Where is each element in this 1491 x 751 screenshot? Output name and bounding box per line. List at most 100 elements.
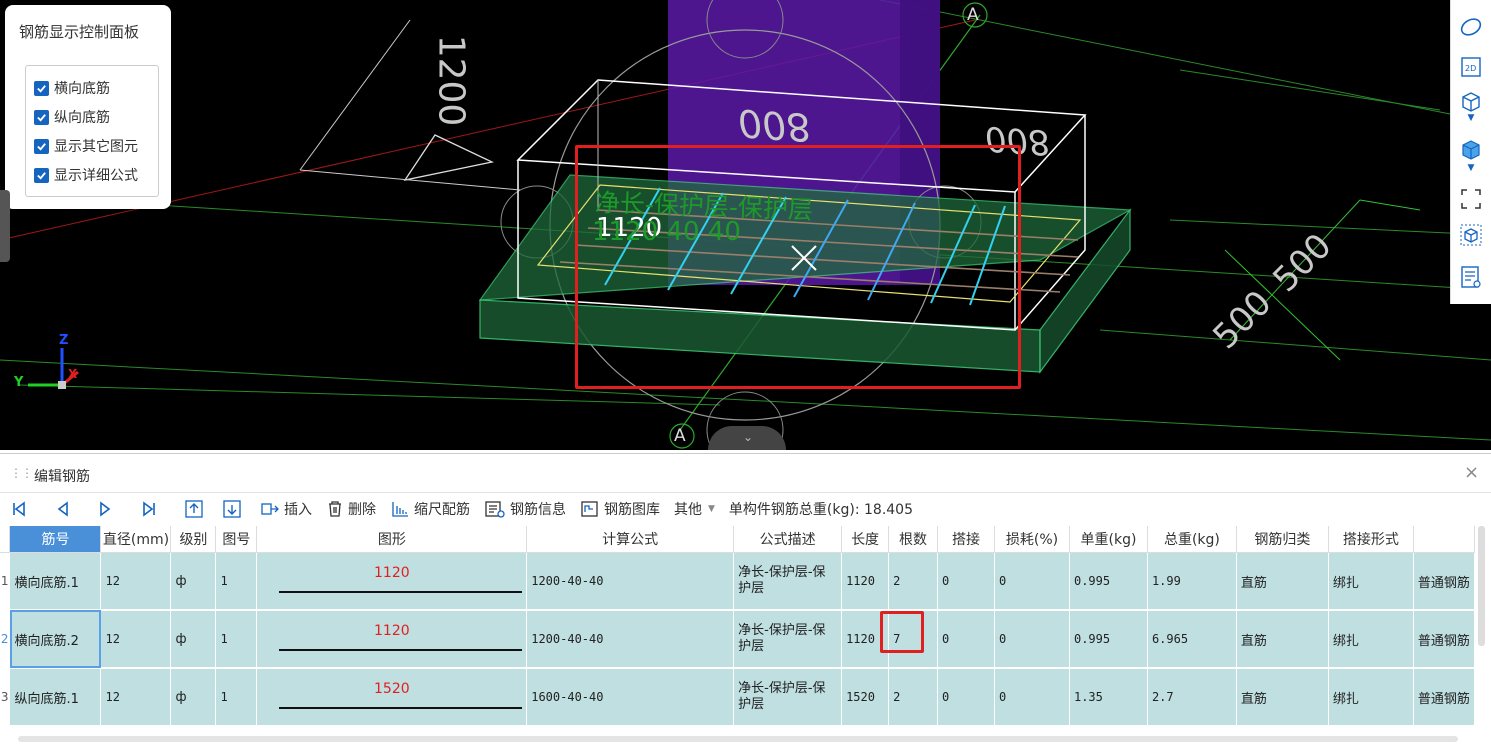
cell-rebar-name[interactable]: 纵向底筋.1 bbox=[9, 668, 102, 727]
column-header[interactable]: 钢筋归类 bbox=[1236, 526, 1329, 553]
column-header[interactable]: 单重(kg) bbox=[1069, 526, 1148, 553]
cell-lap[interactable]: 0 bbox=[937, 610, 996, 669]
cell-shape[interactable]: 1520 bbox=[256, 668, 528, 727]
insert-button[interactable]: 插入 bbox=[260, 494, 312, 524]
checkbox-checked-icon[interactable] bbox=[34, 138, 49, 154]
cell-category[interactable]: 直筋 bbox=[1236, 552, 1329, 611]
cell-shape[interactable]: 1120 bbox=[256, 610, 528, 669]
column-header[interactable]: 图形 bbox=[256, 526, 528, 553]
cell-diameter[interactable]: 12 bbox=[100, 668, 172, 727]
option-show-detailed-formula[interactable]: 显示详细公式 bbox=[34, 165, 138, 185]
next-record-button[interactable] bbox=[96, 494, 118, 524]
cell-shape[interactable]: 1120 bbox=[256, 552, 528, 611]
first-record-button[interactable] bbox=[10, 494, 32, 524]
cell-formula-desc[interactable]: 净长-保护层-保护层 bbox=[733, 610, 843, 669]
cell-formula[interactable]: 1200-40-40 bbox=[526, 610, 735, 669]
cell-count[interactable]: 2 bbox=[888, 552, 939, 611]
column-header[interactable]: 总重(kg) bbox=[1147, 526, 1237, 553]
cell-formula[interactable]: 1600-40-40 bbox=[526, 668, 735, 727]
cell-formula-desc[interactable]: 净长-保护层-保护层 bbox=[733, 552, 843, 611]
column-header[interactable]: 根数 bbox=[888, 526, 939, 553]
option-show-other-elements[interactable]: 显示其它图元 bbox=[34, 136, 138, 156]
other-dropdown[interactable]: 其他 ▼ bbox=[674, 494, 715, 524]
column-header[interactable] bbox=[1413, 526, 1475, 553]
cell-rebar-type[interactable]: 普通钢筋 bbox=[1413, 610, 1475, 669]
cell-loss[interactable]: 0 bbox=[994, 552, 1070, 611]
table-row[interactable]: 2 横向底筋.2 12 ф 1 1120 1200-40-40 净长-保护层-保… bbox=[0, 610, 1475, 669]
orbit-icon[interactable] bbox=[1458, 14, 1484, 40]
table-row[interactable]: 1 横向底筋.1 12 ф 1 1120 1200-40-40 净长-保护层-保… bbox=[0, 552, 1475, 611]
column-header[interactable]: 搭接形式 bbox=[1328, 526, 1414, 553]
cell-total-weight[interactable]: 1.99 bbox=[1147, 552, 1237, 611]
delete-button[interactable]: 删除 bbox=[326, 494, 376, 524]
drag-handle-icon[interactable]: ⋮⋮ bbox=[10, 466, 33, 480]
cell-lap[interactable]: 0 bbox=[937, 668, 996, 727]
cell-length[interactable]: 1120 bbox=[841, 552, 890, 611]
cell-category[interactable]: 直筋 bbox=[1236, 610, 1329, 669]
column-header[interactable]: 长度 bbox=[841, 526, 890, 553]
cell-rebar-type[interactable]: 普通钢筋 bbox=[1413, 668, 1475, 727]
move-down-button[interactable] bbox=[222, 494, 246, 524]
cell-length[interactable]: 1520 bbox=[841, 668, 890, 727]
scale-rebar-button[interactable]: 缩尺配筋 bbox=[390, 494, 470, 524]
cell-unit-weight[interactable]: 0.995 bbox=[1069, 610, 1148, 669]
table-row[interactable]: 3 纵向底筋.1 12 ф 1 1520 1600-40-40 净长-保护层-保… bbox=[0, 668, 1475, 727]
3d-viewport[interactable]: A A 1120 净长-保护层-保护层 1120 40 40 008 008 5… bbox=[0, 0, 1491, 450]
cell-lap-type[interactable]: 绑扎 bbox=[1328, 668, 1414, 727]
last-record-button[interactable] bbox=[140, 494, 162, 524]
column-header[interactable]: 公式描述 bbox=[733, 526, 843, 553]
column-header[interactable]: 损耗(%) bbox=[994, 526, 1070, 553]
cube-solid-icon[interactable] bbox=[1458, 136, 1484, 162]
cell-lap[interactable]: 0 bbox=[937, 552, 996, 611]
column-header[interactable]: 级别 bbox=[170, 526, 217, 553]
row-number[interactable]: 3 bbox=[0, 668, 11, 727]
row-number[interactable]: 2 bbox=[0, 610, 11, 669]
2d-view-icon[interactable]: 2D bbox=[1458, 54, 1484, 80]
rebar-library-button[interactable]: 钢筋图库 bbox=[580, 494, 660, 524]
cube-view-icon[interactable] bbox=[1458, 88, 1484, 114]
cell-count[interactable]: 2 bbox=[888, 668, 939, 727]
cell-loss[interactable]: 0 bbox=[994, 610, 1070, 669]
list-view-icon[interactable] bbox=[1458, 264, 1484, 290]
3d-box-icon[interactable] bbox=[1458, 222, 1484, 248]
cell-figure-no[interactable]: 1 bbox=[215, 552, 258, 611]
vertical-scrollbar[interactable] bbox=[1478, 526, 1485, 646]
chevron-down-icon[interactable]: ▼ bbox=[1458, 162, 1484, 174]
cell-formula[interactable]: 1200-40-40 bbox=[526, 552, 735, 611]
column-header[interactable]: 筋号 bbox=[9, 526, 102, 553]
row-number[interactable]: 1 bbox=[0, 552, 11, 611]
cell-unit-weight[interactable]: 0.995 bbox=[1069, 552, 1148, 611]
horizontal-scrollbar[interactable] bbox=[18, 736, 1458, 742]
left-panel-toggle[interactable] bbox=[0, 190, 10, 262]
cell-rebar-type[interactable]: 普通钢筋 bbox=[1413, 552, 1475, 611]
cell-lap-type[interactable]: 绑扎 bbox=[1328, 552, 1414, 611]
cell-grade[interactable]: ф bbox=[170, 668, 217, 727]
cell-loss[interactable]: 0 bbox=[994, 668, 1070, 727]
column-header[interactable]: 搭接 bbox=[937, 526, 996, 553]
column-header[interactable]: 直径(mm) bbox=[100, 526, 172, 553]
column-header[interactable]: 图号 bbox=[215, 526, 258, 553]
cell-rebar-name[interactable]: 横向底筋.1 bbox=[9, 552, 102, 611]
bottom-panel-toggle[interactable]: ⌄ bbox=[708, 426, 786, 450]
move-up-button[interactable] bbox=[184, 494, 208, 524]
previous-record-button[interactable] bbox=[54, 494, 76, 524]
cell-total-weight[interactable]: 6.965 bbox=[1147, 610, 1237, 669]
cell-grade[interactable]: ф bbox=[170, 610, 217, 669]
cell-lap-type[interactable]: 绑扎 bbox=[1328, 610, 1414, 669]
option-longitudinal-bottom[interactable]: 纵向底筋 bbox=[34, 107, 110, 127]
checkbox-checked-icon[interactable] bbox=[34, 109, 49, 125]
cell-figure-no[interactable]: 1 bbox=[215, 610, 258, 669]
checkbox-checked-icon[interactable] bbox=[34, 80, 49, 96]
cell-grade[interactable]: ф bbox=[170, 552, 217, 611]
cell-diameter[interactable]: 12 bbox=[100, 552, 172, 611]
cell-total-weight[interactable]: 2.7 bbox=[1147, 668, 1237, 727]
column-header[interactable]: 计算公式 bbox=[526, 526, 735, 553]
checkbox-checked-icon[interactable] bbox=[34, 167, 49, 183]
cell-category[interactable]: 直筋 bbox=[1236, 668, 1329, 727]
cell-rebar-name[interactable]: 横向底筋.2 bbox=[9, 610, 102, 669]
cell-formula-desc[interactable]: 净长-保护层-保护层 bbox=[733, 668, 843, 727]
fit-view-icon[interactable] bbox=[1458, 186, 1484, 212]
close-icon[interactable]: × bbox=[1464, 462, 1479, 483]
cell-figure-no[interactable]: 1 bbox=[215, 668, 258, 727]
rebar-info-button[interactable]: 钢筋信息 bbox=[484, 494, 566, 524]
